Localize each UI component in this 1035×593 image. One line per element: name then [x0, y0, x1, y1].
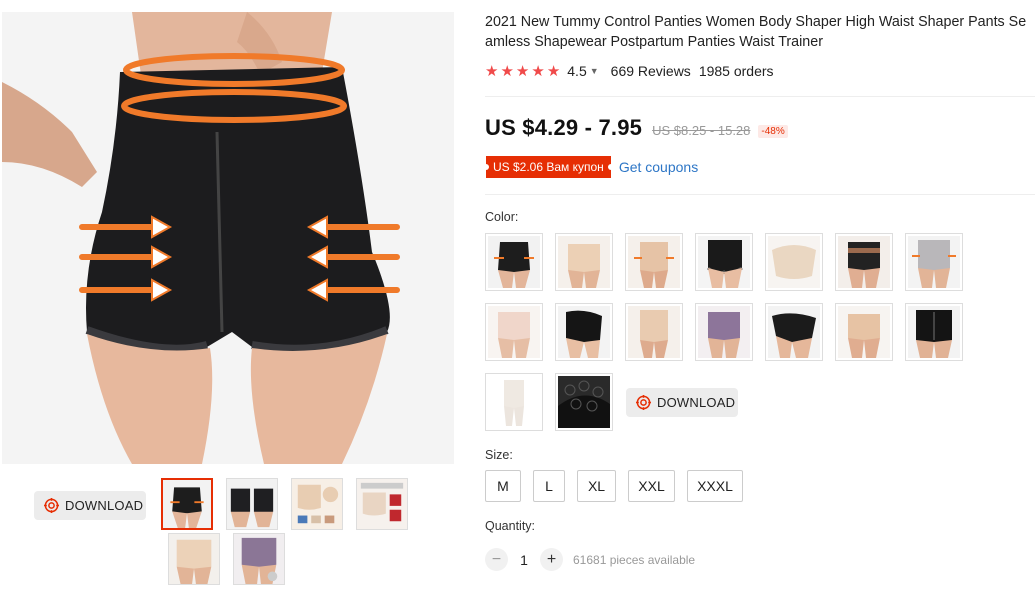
rating-row: ★ ★ ★ ★ ★ 4.5 ▼ 669 Reviews 1985 orders — [485, 63, 774, 79]
divider — [485, 194, 1035, 195]
star-icon: ★ — [485, 62, 499, 80]
coupon-row: US $2.06 Вам купон Get coupons — [483, 156, 698, 178]
star-icon: ★ — [500, 62, 514, 80]
color-swatch[interactable] — [835, 233, 893, 291]
color-swatch[interactable] — [555, 303, 613, 361]
chevron-down-icon[interactable]: ▼ — [590, 66, 599, 76]
product-title: 2021 New Tummy Control Panties Women Bod… — [485, 14, 1027, 50]
gallery-thumbnail[interactable] — [291, 478, 343, 530]
star-icon: ★ — [515, 62, 530, 80]
quantity-stepper: − 1 + 61681 pieces available — [485, 548, 695, 571]
gallery-thumbnail[interactable] — [233, 533, 285, 585]
color-swatch[interactable] — [765, 233, 823, 291]
color-swatch[interactable] — [905, 233, 963, 291]
gallery-thumbnail[interactable] — [168, 533, 220, 585]
download-label: DOWNLOAD — [657, 395, 736, 410]
size-option-xl[interactable]: XL — [577, 470, 616, 502]
target-icon — [636, 395, 651, 410]
price: US $4.29 - 7.95 — [485, 115, 643, 140]
color-swatch[interactable] — [695, 233, 753, 291]
image-download-button[interactable]: DOWNLOAD — [34, 491, 146, 520]
star-icon: ★ — [531, 62, 545, 80]
size-label: Size: — [485, 448, 513, 462]
quantity-decrease-button[interactable]: − — [485, 548, 508, 571]
size-option-l[interactable]: L — [533, 470, 565, 502]
stock-available: 61681 pieces available — [573, 552, 696, 567]
main-product-image[interactable] — [2, 12, 454, 464]
quantity-input[interactable]: 1 — [508, 552, 540, 568]
rating-value[interactable]: 4.5 — [567, 63, 586, 79]
download-label: DOWNLOAD — [65, 498, 144, 513]
color-swatch[interactable] — [555, 233, 613, 291]
color-swatch[interactable] — [905, 303, 963, 361]
discount-badge: -48% — [758, 125, 788, 138]
size-option-xxl[interactable]: XXL — [628, 470, 675, 502]
target-icon — [44, 498, 59, 513]
size-option-xxxl[interactable]: XXXL — [687, 470, 743, 502]
color-swatch[interactable] — [835, 303, 893, 361]
gallery-thumbnail[interactable] — [226, 478, 278, 530]
color-swatch[interactable] — [695, 303, 753, 361]
quantity-label: Quantity: — [485, 519, 536, 533]
color-swatch[interactable] — [625, 303, 683, 361]
original-price: US $8.25 - 15.28 — [652, 123, 751, 138]
size-option-m[interactable]: M — [485, 470, 521, 502]
color-swatch[interactable] — [765, 303, 823, 361]
star-icon: ★ — [546, 62, 561, 80]
color-swatch[interactable] — [555, 373, 613, 431]
rating-stars: ★ ★ ★ ★ ★ — [485, 64, 560, 79]
price-row: US $4.29 - 7.95 US $8.25 - 15.28 -48% — [485, 115, 788, 141]
gallery-thumbnail[interactable] — [161, 478, 213, 530]
color-swatch[interactable] — [485, 373, 543, 431]
color-swatch[interactable] — [485, 233, 543, 291]
gallery-thumbnail[interactable] — [356, 478, 408, 530]
get-coupons-link[interactable]: Get coupons — [619, 159, 698, 175]
coupon-badge[interactable]: US $2.06 Вам купон — [483, 156, 614, 178]
color-label: Color: — [485, 210, 519, 224]
reviews-link[interactable]: 669 Reviews — [611, 63, 691, 79]
color-swatch[interactable] — [625, 233, 683, 291]
color-swatch[interactable] — [485, 303, 543, 361]
orders-count: 1985 orders — [698, 63, 774, 79]
divider — [485, 96, 1035, 97]
color-download-button[interactable]: DOWNLOAD — [626, 388, 738, 417]
quantity-increase-button[interactable]: + — [540, 548, 563, 571]
